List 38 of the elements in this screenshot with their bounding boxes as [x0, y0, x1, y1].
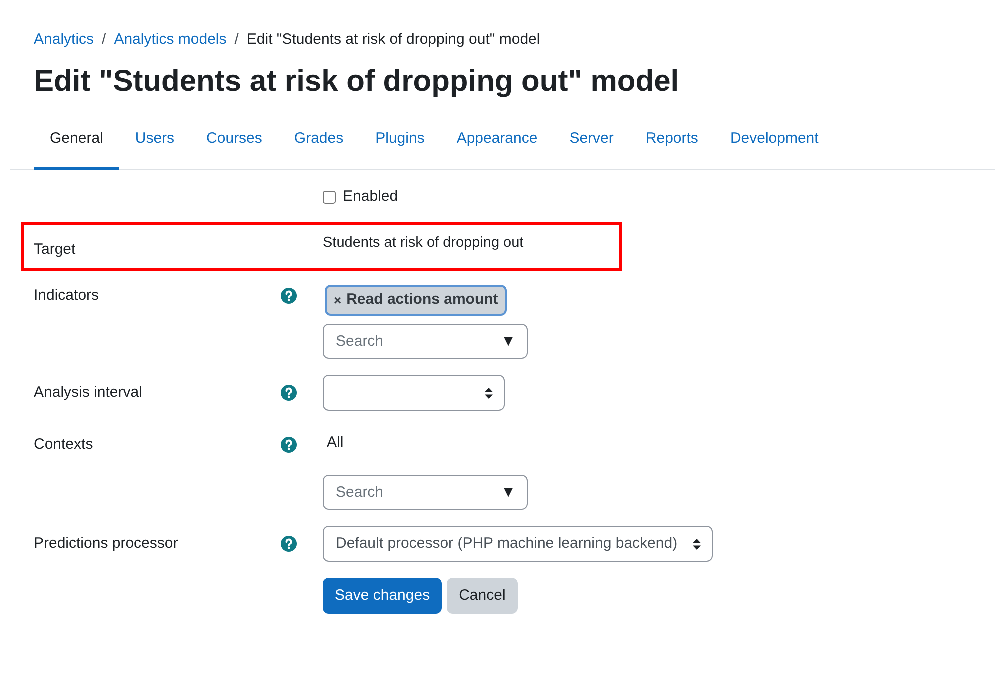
nav-tab[interactable]: Users: [119, 111, 191, 170]
select-caret-icon: [693, 539, 701, 550]
help-icon[interactable]: [281, 288, 297, 304]
help-icon[interactable]: [281, 536, 297, 552]
breadcrumb-link[interactable]: Analytics models: [114, 29, 227, 51]
checkbox-label[interactable]: Enabled: [343, 186, 398, 208]
dropdown-caret[interactable]: ▼: [501, 482, 516, 504]
checkbox[interactable]: [323, 190, 336, 204]
field-label: Indicators: [34, 286, 100, 306]
help-icon[interactable]: [281, 437, 297, 453]
breadcrumb-separator: /: [102, 30, 106, 50]
nav-tab[interactable]: Reports: [630, 111, 714, 170]
help-icon[interactable]: [281, 385, 297, 401]
remove-icon[interactable]: ×: [334, 290, 342, 310]
selection-text: All: [326, 433, 344, 453]
cancel-button[interactable]: Cancel: [447, 578, 518, 614]
breadcrumb-current: Edit "Students at risk of dropping out" model: [246, 30, 540, 50]
select-caret-icon: [485, 388, 493, 399]
select-field[interactable]: Default processor (PHP machine learning backend): [323, 526, 713, 562]
page-title: Edit "Students at risk of dropping out" model: [34, 64, 680, 100]
field-label: Analysis interval: [34, 383, 142, 403]
selected-chip[interactable]: × Read actions amount: [325, 285, 508, 316]
select-field[interactable]: [323, 375, 505, 411]
nav-tab[interactable]: Grades: [278, 111, 360, 170]
nav-tab[interactable]: Plugins: [360, 111, 441, 170]
dropdown-caret[interactable]: ▼: [501, 331, 516, 353]
nav-tab[interactable]: General: [34, 111, 120, 170]
nav-tab[interactable]: Server: [554, 111, 630, 170]
nav-tab[interactable]: Courses: [190, 111, 278, 170]
field-label: Target: [34, 240, 76, 260]
breadcrumb-link[interactable]: Analytics: [34, 29, 94, 51]
field-label: Contexts: [34, 435, 94, 455]
nav-tab[interactable]: Development: [714, 111, 835, 170]
breadcrumb-separator: /: [234, 30, 239, 50]
static-value: Students at risk of dropping out: [323, 234, 524, 253]
field-label: Predictions processor: [34, 534, 178, 554]
save-button[interactable]: Save changes: [323, 578, 442, 614]
nav-tab[interactable]: Appearance: [440, 111, 554, 170]
